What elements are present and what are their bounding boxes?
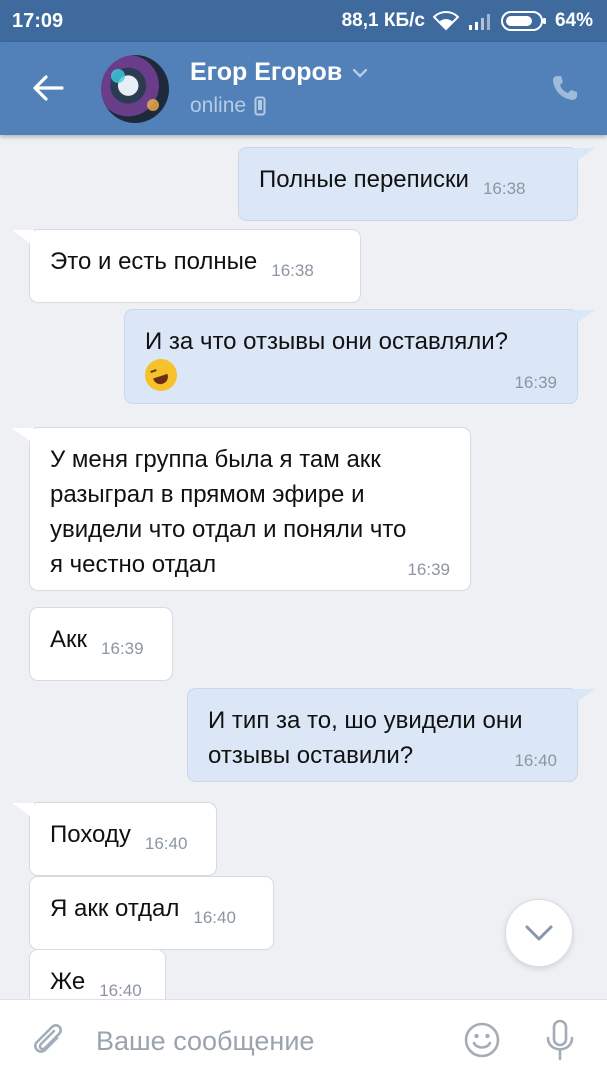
message-time: 16:39 xyxy=(514,373,557,392)
avatar[interactable] xyxy=(101,55,169,123)
battery-level: 64% xyxy=(554,10,593,31)
message-input[interactable] xyxy=(96,1018,436,1064)
avatar-decoration xyxy=(147,99,159,111)
message-text: Полные переписки xyxy=(259,166,469,193)
message-text: Походу xyxy=(50,821,131,848)
online-status: online xyxy=(190,94,247,117)
voice-message-button[interactable] xyxy=(540,1018,580,1062)
message-time: 16:40 xyxy=(99,981,142,999)
phone-icon xyxy=(553,76,577,100)
rofl-emoji xyxy=(145,359,177,391)
message-outgoing[interactable]: И тип за то, шо увидели они отзывы остав… xyxy=(187,688,578,782)
message-text: Это и есть полные xyxy=(50,248,258,275)
message-incoming[interactable]: Акк 16:39 xyxy=(29,607,173,681)
contact-name: Егор Егоров xyxy=(190,58,343,86)
scroll-down-button[interactable] xyxy=(505,899,573,967)
attach-button[interactable] xyxy=(28,1020,68,1060)
call-button[interactable] xyxy=(547,70,583,106)
back-arrow-icon xyxy=(33,75,64,101)
message-incoming[interactable]: У меня группа была я там акк разыграл в … xyxy=(29,427,471,591)
status-bar: 17:09 88,1 КБ/с 64% xyxy=(0,0,607,42)
status-time: 17:09 xyxy=(12,9,64,32)
signal-icon xyxy=(467,12,493,30)
message-text: И за что отзывы они оставляли? xyxy=(145,328,508,355)
message-outgoing[interactable]: И за что отзывы они оставляли? 16:39 xyxy=(124,309,578,404)
message-time: 16:39 xyxy=(101,639,144,658)
message-time: 16:40 xyxy=(144,834,188,853)
message-time: 16:38 xyxy=(271,261,314,280)
message-time: 16:40 xyxy=(193,908,236,927)
message-incoming[interactable]: Я акк отдал 16:40 xyxy=(29,876,274,950)
message-text: Я акк отдал xyxy=(50,895,180,922)
mobile-phone-icon xyxy=(254,96,266,116)
paperclip-icon xyxy=(34,1024,62,1053)
chevron-down-icon xyxy=(525,925,553,941)
message-time: 16:38 xyxy=(482,179,526,198)
microphone-icon xyxy=(546,1019,574,1061)
message-incoming[interactable]: Походу 16:40 xyxy=(29,802,217,876)
message-incoming[interactable]: Же 16:40 xyxy=(29,949,166,999)
chat-header: Егор Егоров online xyxy=(0,42,607,135)
back-button[interactable] xyxy=(26,66,70,110)
status-right: 88,1 КБ/с 64% xyxy=(342,10,593,32)
message-text: Же xyxy=(50,968,86,995)
message-text: Акк xyxy=(50,626,88,653)
chevron-down-icon xyxy=(352,68,368,78)
wifi-icon xyxy=(432,11,459,31)
message-incoming[interactable]: Это и есть полные 16:38 xyxy=(29,229,361,303)
contact-name-button[interactable]: Егор Егоров xyxy=(190,58,368,87)
message-list[interactable]: Полные переписки 16:38 Это и есть полные 1… xyxy=(0,135,607,999)
contact-status: online xyxy=(190,94,266,118)
network-speed: 88,1 КБ/с xyxy=(341,10,425,31)
avatar-decoration xyxy=(111,69,125,83)
message-outgoing[interactable]: Полные переписки 16:38 xyxy=(238,147,578,221)
message-composer xyxy=(0,999,607,1080)
battery-icon xyxy=(500,10,547,32)
emoji-button[interactable] xyxy=(462,1020,502,1060)
smiley-icon xyxy=(464,1022,500,1058)
